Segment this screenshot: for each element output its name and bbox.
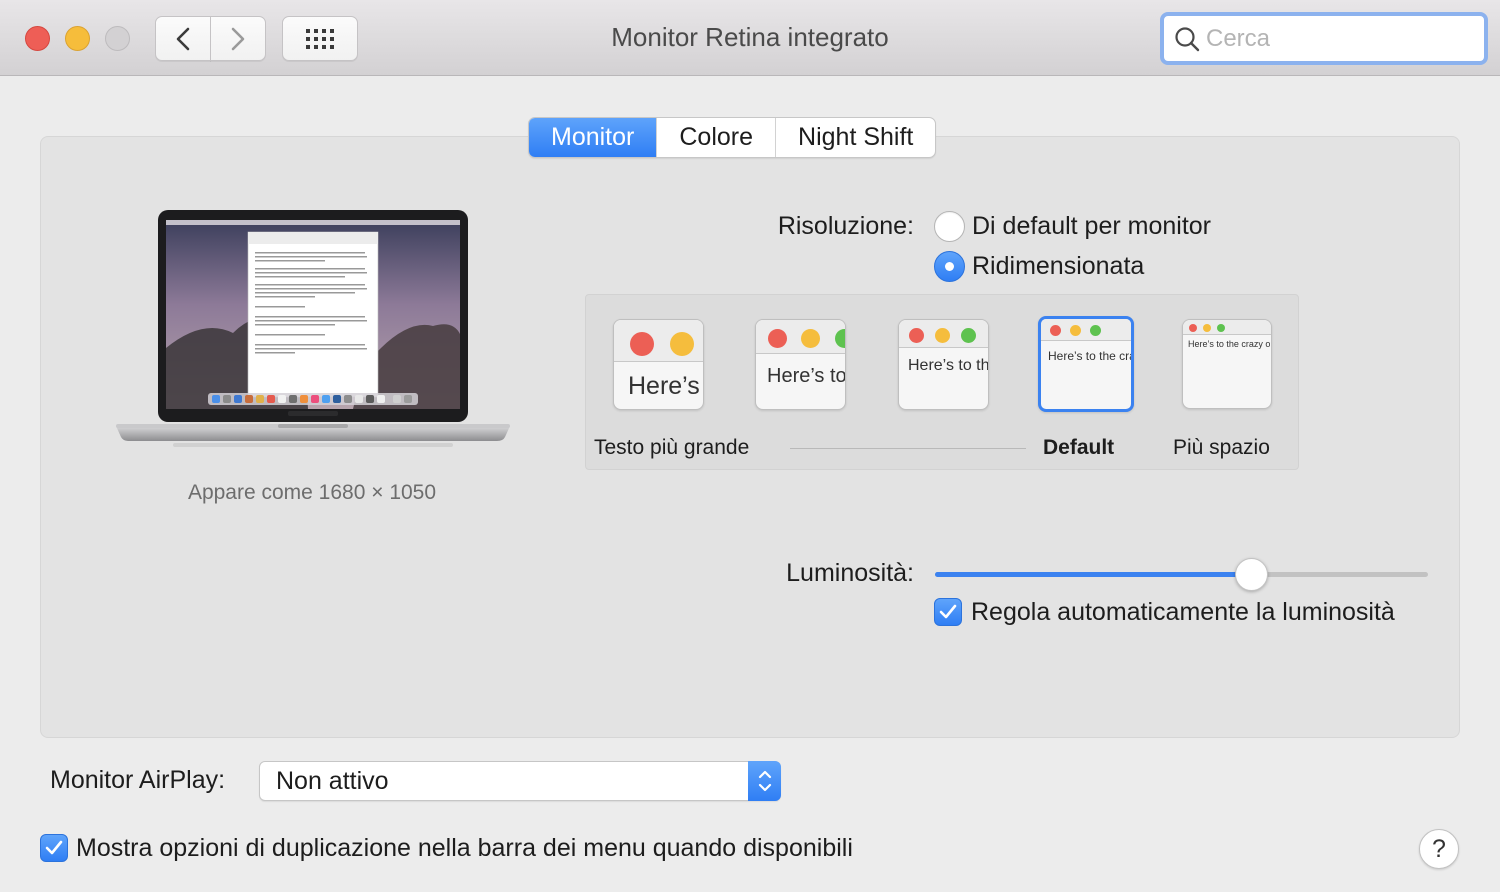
airplay-select[interactable]: Non attivo — [259, 761, 781, 801]
display-illustration — [113, 208, 513, 453]
magnifier-icon — [1175, 26, 1200, 51]
radio-default-resolution[interactable] — [934, 211, 965, 242]
brightness-slider-fill — [935, 572, 1251, 577]
brightness-label: Luminosità: — [786, 559, 914, 587]
radio-scaled-resolution-label[interactable]: Ridimensionata — [972, 252, 1144, 281]
tab-colore[interactable]: Colore — [656, 118, 775, 157]
scale-label-more-space: Più spazio — [1173, 436, 1270, 459]
mirroring-options-label[interactable]: Mostra opzioni di duplicazione nella bar… — [76, 834, 853, 863]
mirroring-options-checkbox[interactable] — [40, 834, 68, 862]
brightness-slider-knob[interactable] — [1234, 558, 1268, 591]
radio-default-resolution-label[interactable]: Di default per monitor — [972, 212, 1211, 241]
tab-bar: Monitor Colore Night Shift — [528, 117, 937, 158]
auto-brightness-checkbox[interactable] — [934, 598, 962, 626]
radio-scaled-resolution[interactable] — [934, 251, 965, 282]
laptop-icon — [116, 210, 510, 447]
checkmark-icon — [45, 840, 63, 855]
scale-divider — [790, 448, 1026, 449]
airplay-label: Monitor AirPlay: — [50, 766, 226, 794]
display-size-caption: Appare come 1680 × 1050 — [187, 481, 437, 504]
search-field[interactable] — [1160, 12, 1488, 65]
thumb-preview-text: Here’s to the crazy ones. — [767, 365, 846, 387]
airplay-select-value: Non attivo — [276, 767, 389, 795]
scale-label-default: Default — [1043, 436, 1115, 459]
scale-label-larger-text: Testo più grande — [594, 436, 750, 459]
scale-option-2[interactable]: Here’s to the crazy ones. — [755, 319, 846, 410]
thumb-preview-text: Here’s to the crazy ones. — [1188, 339, 1271, 349]
brightness-slider[interactable] — [935, 572, 1428, 577]
scale-option-more-space[interactable]: Here’s to the crazy ones. — [1182, 319, 1272, 409]
tab-monitor[interactable]: Monitor — [529, 118, 657, 157]
thumb-preview-text: Here’s to the crazy ones. — [908, 357, 989, 374]
tab-night-shift[interactable]: Night Shift — [775, 118, 935, 157]
thumb-preview-text: Here’s to the crazy ones. — [628, 372, 700, 400]
auto-brightness-label[interactable]: Regola automaticamente la luminosità — [971, 598, 1395, 627]
resolution-label: Risoluzione: — [777, 212, 914, 240]
help-button[interactable]: ? — [1419, 829, 1459, 869]
title-bar: Monitor Retina integrato — [0, 0, 1500, 76]
thumb-preview-text: Here’s to the crazy ones. — [1048, 349, 1131, 363]
scale-option-default[interactable]: Here’s to the crazy ones. — [1038, 316, 1134, 412]
scale-option-larger-text[interactable]: Here’s to the crazy ones. — [613, 319, 704, 410]
scale-option-3[interactable]: Here’s to the crazy ones. — [898, 319, 989, 410]
select-stepper-icon — [748, 761, 781, 801]
search-input[interactable] — [1206, 24, 1466, 53]
checkmark-icon — [939, 604, 957, 619]
